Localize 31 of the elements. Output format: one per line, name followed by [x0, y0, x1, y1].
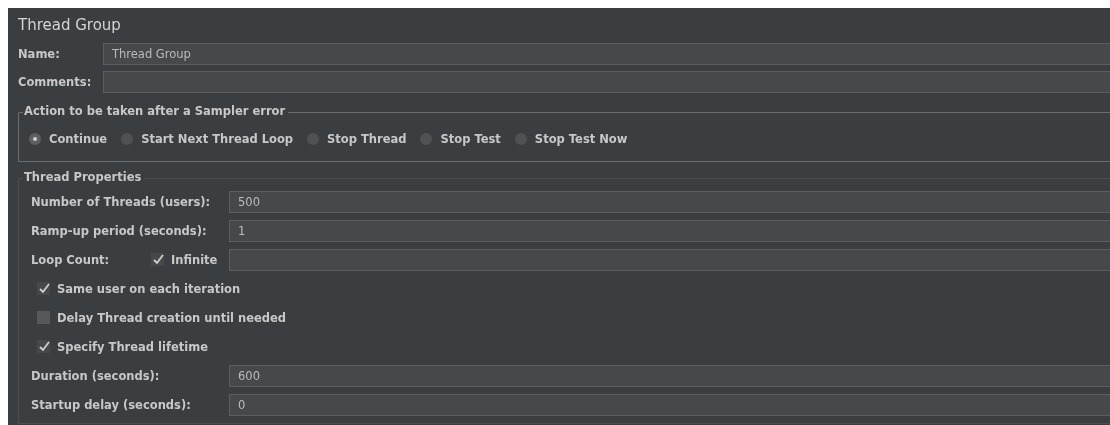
field-label: Ramp-up period (seconds):: [31, 223, 208, 238]
startup-delay-field[interactable]: 0: [229, 393, 1110, 416]
infinite-checkbox[interactable]: Infinite: [151, 252, 229, 267]
field-label: Comments:: [18, 75, 93, 89]
radio-option[interactable]: Continue: [29, 132, 108, 146]
radio-option[interactable]: Stop Test: [420, 132, 501, 146]
ramp-up-field[interactable]: 1: [229, 219, 1110, 242]
comments-field[interactable]: [103, 71, 1110, 93]
radio-option[interactable]: Stop Thread: [307, 132, 407, 146]
option-checkbox[interactable]: Specify Thread lifetime: [31, 332, 1110, 361]
checkbox-icon[interactable]: [37, 340, 50, 353]
threads-field[interactable]: 500: [229, 190, 1110, 213]
radio-option[interactable]: Stop Test Now: [514, 132, 628, 146]
loop-count-field[interactable]: [229, 248, 1110, 271]
field-label: Duration (seconds):: [31, 368, 161, 383]
field-label: Loop Count:: [31, 252, 111, 267]
group-legend: Action to be taken after a Sampler error: [23, 104, 289, 118]
field-label: Number of Threads (users):: [31, 194, 212, 209]
duration-field[interactable]: 600: [229, 364, 1110, 387]
checkbox-icon[interactable]: [37, 282, 50, 295]
checkbox-icon[interactable]: [151, 253, 164, 266]
panel-title: Thread Group: [18, 16, 122, 36]
group-legend: Thread Properties: [23, 170, 145, 184]
checkbox-icon[interactable]: [37, 311, 50, 324]
name-field[interactable]: Thread Group: [103, 43, 1110, 65]
field-label: Name:: [18, 47, 61, 61]
radio-icon[interactable]: [29, 133, 41, 145]
radio-option[interactable]: Start Next Thread Loop: [121, 132, 294, 146]
option-checkbox[interactable]: Same user on each iteration: [31, 274, 1110, 303]
option-checkbox[interactable]: Delay Thread creation until needed: [31, 303, 1110, 332]
field-label: Startup delay (seconds):: [31, 397, 192, 412]
